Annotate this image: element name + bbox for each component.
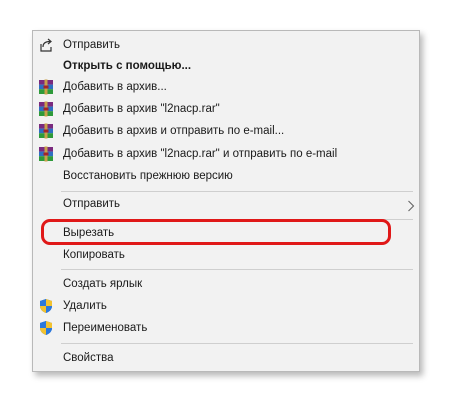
menu-item-add-named-archive-email[interactable]: Добавить в архив "l2nacp.rar" и отправит… xyxy=(33,143,419,165)
menu-item-label: Свойства xyxy=(63,352,114,364)
uac-shield-icon xyxy=(38,320,54,336)
menu-item-label: Удалить xyxy=(63,300,107,312)
menu-item-label: Отправить xyxy=(63,39,121,51)
context-menu: Отправить Открыть с помощью... Добавить … xyxy=(32,30,420,372)
menu-item-rename[interactable]: Переименовать xyxy=(33,317,419,339)
menu-item-label: Отправить xyxy=(63,198,121,210)
menu-item-copy[interactable]: Копировать xyxy=(33,244,419,266)
uac-shield-icon xyxy=(38,298,54,314)
menu-item-add-named-archive[interactable]: Добавить в архив "l2nacp.rar" xyxy=(33,98,419,120)
menu-item-restore-previous[interactable]: Восстановить прежнюю версию xyxy=(33,165,419,187)
menu-separator xyxy=(61,343,413,344)
menu-item-send-to[interactable]: Отправить xyxy=(33,193,419,215)
menu-item-label: Добавить в архив и отправить по e-mail..… xyxy=(63,125,285,137)
menu-item-share[interactable]: Отправить xyxy=(33,34,419,56)
menu-item-create-shortcut[interactable]: Создать ярлык xyxy=(33,273,419,295)
menu-separator xyxy=(61,191,413,192)
menu-item-open-with[interactable]: Открыть с помощью... xyxy=(33,55,419,77)
menu-item-label: Восстановить прежнюю версию xyxy=(63,170,233,182)
menu-item-label: Добавить в архив "l2nacp.rar" xyxy=(63,103,220,115)
menu-item-label: Добавить в архив... xyxy=(63,81,167,93)
winrar-icon xyxy=(38,79,54,95)
menu-item-delete[interactable]: Удалить xyxy=(33,295,419,317)
menu-item-properties[interactable]: Свойства xyxy=(33,347,419,369)
menu-item-label: Копировать xyxy=(63,249,125,261)
winrar-icon xyxy=(38,146,54,162)
chevron-right-icon xyxy=(407,198,415,212)
highlight-annotation xyxy=(41,219,391,245)
menu-item-add-archive[interactable]: Добавить в архив... xyxy=(33,76,419,98)
winrar-icon xyxy=(38,123,54,139)
share-icon xyxy=(38,37,54,53)
menu-item-label: Открыть с помощью... xyxy=(63,60,192,72)
menu-item-label: Переименовать xyxy=(63,322,148,334)
menu-item-label: Создать ярлык xyxy=(63,278,143,290)
menu-separator xyxy=(61,269,413,270)
menu-item-add-archive-email[interactable]: Добавить в архив и отправить по e-mail..… xyxy=(33,120,419,142)
winrar-icon xyxy=(38,101,54,117)
menu-item-label: Добавить в архив "l2nacp.rar" и отправит… xyxy=(63,148,338,160)
